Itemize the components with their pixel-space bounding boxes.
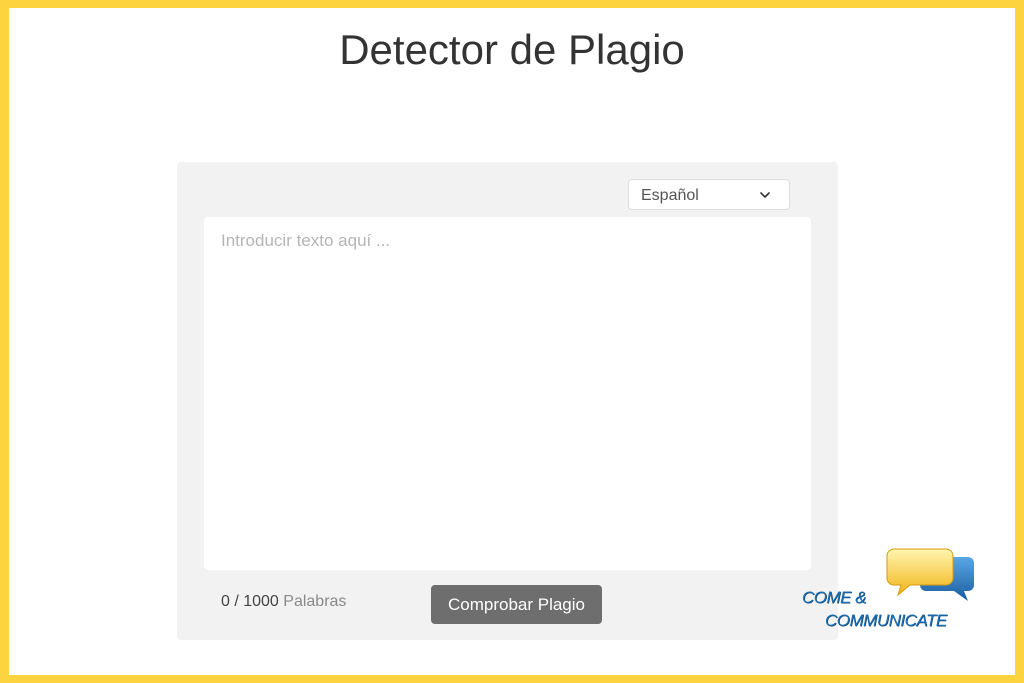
language-select-value: Español: [641, 187, 699, 204]
come-communicate-logo: COME & COMMUNICATE: [802, 545, 988, 635]
check-plagiarism-button[interactable]: Comprobar Plagio: [431, 585, 602, 624]
word-count: 0 / 1000: [221, 593, 279, 610]
page-title: Detector de Plagio: [339, 26, 685, 73]
word-count-unit: Palabras: [283, 593, 347, 610]
chevron-down-icon: [760, 192, 770, 198]
language-select[interactable]: Español: [628, 179, 790, 210]
logo-text-line1: COME &: [802, 588, 867, 607]
speech-bubbles-icon: [886, 548, 974, 601]
text-input[interactable]: [204, 217, 811, 570]
logo-text-line2: COMMUNICATE: [825, 611, 947, 630]
word-counter: 0 / 1000 Palabras: [221, 593, 346, 611]
plagiarism-panel: Español 0 / 1000 Palabras Comprobar Plag…: [177, 162, 838, 640]
